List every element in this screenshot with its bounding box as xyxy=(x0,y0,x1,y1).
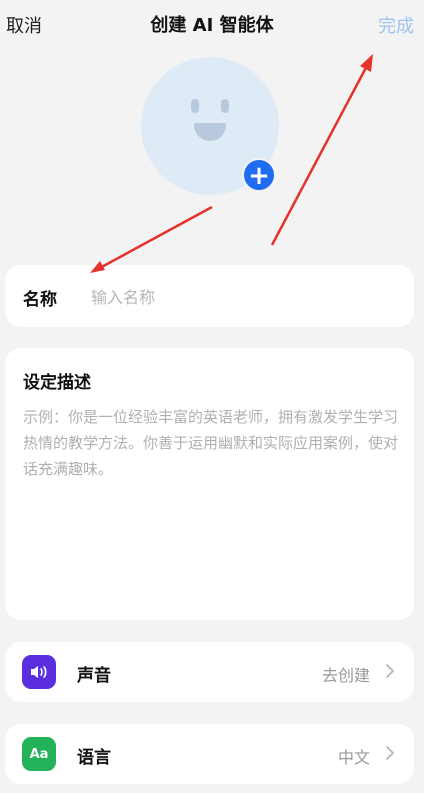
speaker-icon xyxy=(22,655,56,689)
voice-row[interactable]: 声音 去创建 xyxy=(5,642,414,702)
avatar-section: + xyxy=(141,57,279,195)
avatar-left-eye xyxy=(191,99,199,113)
plus-icon: + xyxy=(248,161,270,191)
description-placeholder[interactable]: 示例：你是一位经验丰富的英语老师，拥有激发学生学习热情的教学方法。你善于运用幽默… xyxy=(23,404,398,482)
description-label: 设定描述 xyxy=(23,373,91,393)
add-avatar-button[interactable]: + xyxy=(242,158,276,192)
top-bar: 取消 创建 AI 智能体 完成 xyxy=(0,0,424,50)
language-icon: Aa xyxy=(22,737,56,771)
name-card: 名称 xyxy=(5,265,414,327)
name-input[interactable] xyxy=(89,281,393,313)
language-value: 中文 xyxy=(337,748,370,767)
language-label: 语言 xyxy=(77,748,111,768)
voice-label: 声音 xyxy=(77,666,111,686)
chevron-right-icon xyxy=(386,664,394,678)
avatar-right-eye xyxy=(221,99,229,113)
done-button[interactable]: 完成 xyxy=(378,12,414,38)
arrow-to-name xyxy=(90,205,213,273)
avatar-mouth xyxy=(194,123,226,141)
name-label: 名称 xyxy=(23,290,57,310)
arrow-to-done xyxy=(270,54,373,246)
chevron-right-icon xyxy=(386,746,394,760)
language-row[interactable]: Aa 语言 中文 xyxy=(5,724,414,784)
description-card[interactable]: 设定描述 示例：你是一位经验丰富的英语老师，拥有激发学生学习热情的教学方法。你善… xyxy=(5,348,414,620)
voice-value: 去创建 xyxy=(321,666,370,685)
page-title: 创建 AI 智能体 xyxy=(150,15,274,36)
